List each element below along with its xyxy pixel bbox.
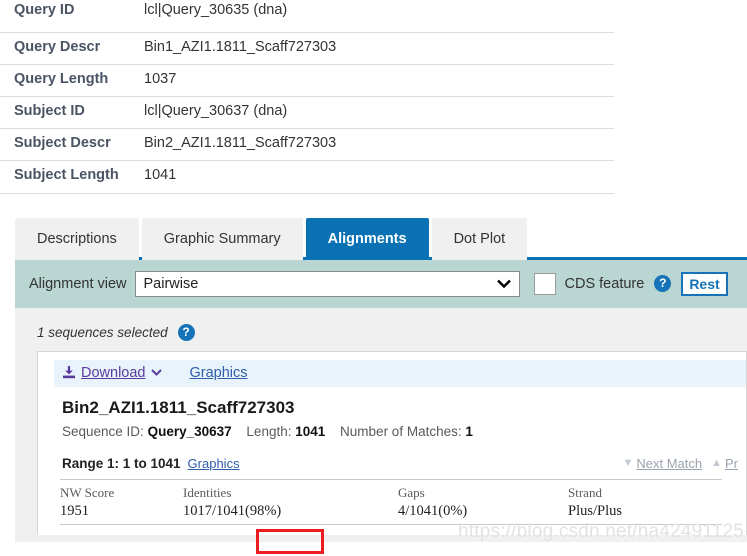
download-link[interactable]: Download bbox=[81, 365, 146, 381]
stat-value: Plus/Plus bbox=[568, 502, 622, 519]
alignment-result-panel: Download Graphics Bin2_AZI1.1811_Scaff72… bbox=[37, 350, 747, 535]
summary-label: Query Length bbox=[0, 64, 144, 97]
cds-feature-label: CDS feature bbox=[564, 275, 645, 292]
stat-strand: Strand Plus/Plus bbox=[568, 485, 718, 520]
stat-nw-score: NW Score 1951 bbox=[60, 485, 183, 520]
tab-dot-plot[interactable]: Dot Plot bbox=[431, 217, 528, 260]
summary-value: Bin2_AZI1.1811_Scaff727303 bbox=[144, 128, 614, 161]
summary-value: 1037 bbox=[144, 64, 614, 97]
stat-identities: Identities 1017/1041(98%) bbox=[183, 485, 398, 520]
sequence-id-value: Query_30637 bbox=[147, 423, 232, 439]
previous-match-group[interactable]: ▲ Pr bbox=[711, 456, 738, 471]
next-match-group[interactable]: ▼ Next Match bbox=[622, 456, 702, 471]
stat-header: Gaps bbox=[398, 484, 425, 500]
summary-label: Subject Descr bbox=[0, 128, 144, 161]
summary-value: 1041 bbox=[144, 160, 614, 194]
query-subject-summary-table: Query ID lcl|Query_30635 (dna) Query Des… bbox=[0, 0, 614, 194]
range-graphics-link[interactable]: Graphics bbox=[188, 456, 240, 471]
triangle-up-icon: ▲ bbox=[711, 457, 722, 469]
table-row: Subject ID lcl|Query_30637 (dna) bbox=[0, 96, 614, 129]
divider bbox=[60, 523, 722, 525]
tab-descriptions[interactable]: Descriptions bbox=[15, 217, 139, 260]
help-icon[interactable]: ? bbox=[177, 323, 195, 341]
alignment-view-select[interactable]: Pairwise bbox=[134, 270, 520, 297]
download-toolbar: Download Graphics bbox=[54, 359, 746, 387]
stat-header: Strand bbox=[568, 484, 602, 500]
matches-value: 1 bbox=[465, 423, 473, 439]
alignment-view-selected-value: Pairwise bbox=[143, 275, 199, 292]
restore-defaults-button[interactable]: Rest bbox=[681, 271, 728, 296]
table-row: Subject Descr Bin2_AZI1.1811_Scaff727303 bbox=[0, 128, 614, 161]
download-icon bbox=[62, 365, 76, 382]
stat-value: 1951 bbox=[60, 502, 89, 519]
chevron-down-icon[interactable] bbox=[150, 367, 162, 379]
triangle-down-icon: ▼ bbox=[622, 457, 634, 469]
summary-label: Query Descr bbox=[0, 32, 144, 65]
hit-title: Bin2_AZI1.1811_Scaff727303 bbox=[62, 397, 295, 417]
stat-value: 1017/1041(98%) bbox=[183, 502, 282, 519]
help-icon[interactable]: ? bbox=[654, 275, 672, 292]
stat-value: 4/1041(0%) bbox=[398, 502, 468, 519]
length-value: 1041 bbox=[295, 423, 326, 439]
summary-label: Subject Length bbox=[0, 160, 144, 194]
alignment-controls-bar: Alignment view Pairwise CDS feature ? Re… bbox=[15, 259, 747, 308]
table-row: Query ID lcl|Query_30635 (dna) bbox=[0, 0, 614, 33]
chevron-down-icon-svg bbox=[496, 279, 511, 289]
table-row: Query Descr Bin1_AZI1.1811_Scaff727303 bbox=[0, 32, 614, 65]
table-row: Query Length 1037 bbox=[0, 64, 614, 97]
tab-bar: Descriptions Graphic Summary Alignments … bbox=[0, 212, 747, 260]
chevron-down-icon bbox=[496, 276, 511, 291]
next-match-link[interactable]: Next Match bbox=[636, 456, 702, 471]
sequences-selected-text: 1 sequences selected bbox=[37, 324, 168, 340]
chevron-down-icon-svg bbox=[150, 369, 162, 376]
length-label: Length: bbox=[246, 423, 292, 439]
table-row: Subject Length 1041 bbox=[0, 160, 614, 194]
summary-value: Bin1_AZI1.1811_Scaff727303 bbox=[144, 32, 614, 65]
summary-label: Subject ID bbox=[0, 96, 144, 129]
hit-metadata: Sequence ID: Query_30637 Length: 1041 Nu… bbox=[62, 424, 746, 439]
graphics-link[interactable]: Graphics bbox=[190, 365, 248, 381]
stat-header: Identities bbox=[183, 484, 232, 500]
range-row: Range 1: 1 to 1041 Graphics ▼ Next Match… bbox=[62, 456, 746, 471]
summary-label: Query ID bbox=[0, 0, 144, 33]
alignment-stats-table: NW Score 1951 Identities 1017/1041(98%) … bbox=[60, 485, 746, 520]
tab-graphic-summary[interactable]: Graphic Summary bbox=[141, 217, 303, 260]
matches-label: Number of Matches: bbox=[340, 423, 462, 439]
range-text: Range 1: 1 to 1041 bbox=[62, 455, 181, 471]
download-icon-svg bbox=[63, 365, 75, 378]
alignment-view-label: Alignment view bbox=[29, 275, 127, 292]
sequences-selected-row: 1 sequences selected ? bbox=[15, 318, 747, 351]
summary-value: lcl|Query_30637 (dna) bbox=[144, 96, 614, 129]
summary-value: lcl|Query_30635 (dna) bbox=[144, 0, 614, 33]
stat-gaps: Gaps 4/1041(0%) bbox=[398, 485, 568, 520]
cds-feature-checkbox[interactable] bbox=[533, 272, 556, 295]
previous-match-link[interactable]: Pr bbox=[725, 456, 738, 471]
stat-header: NW Score bbox=[60, 484, 115, 500]
divider bbox=[60, 478, 722, 480]
sequence-id-label: Sequence ID: bbox=[62, 423, 144, 439]
alignments-results-area: 1 sequences selected ? Download Graphics… bbox=[15, 307, 747, 542]
tab-alignments[interactable]: Alignments bbox=[305, 217, 429, 260]
